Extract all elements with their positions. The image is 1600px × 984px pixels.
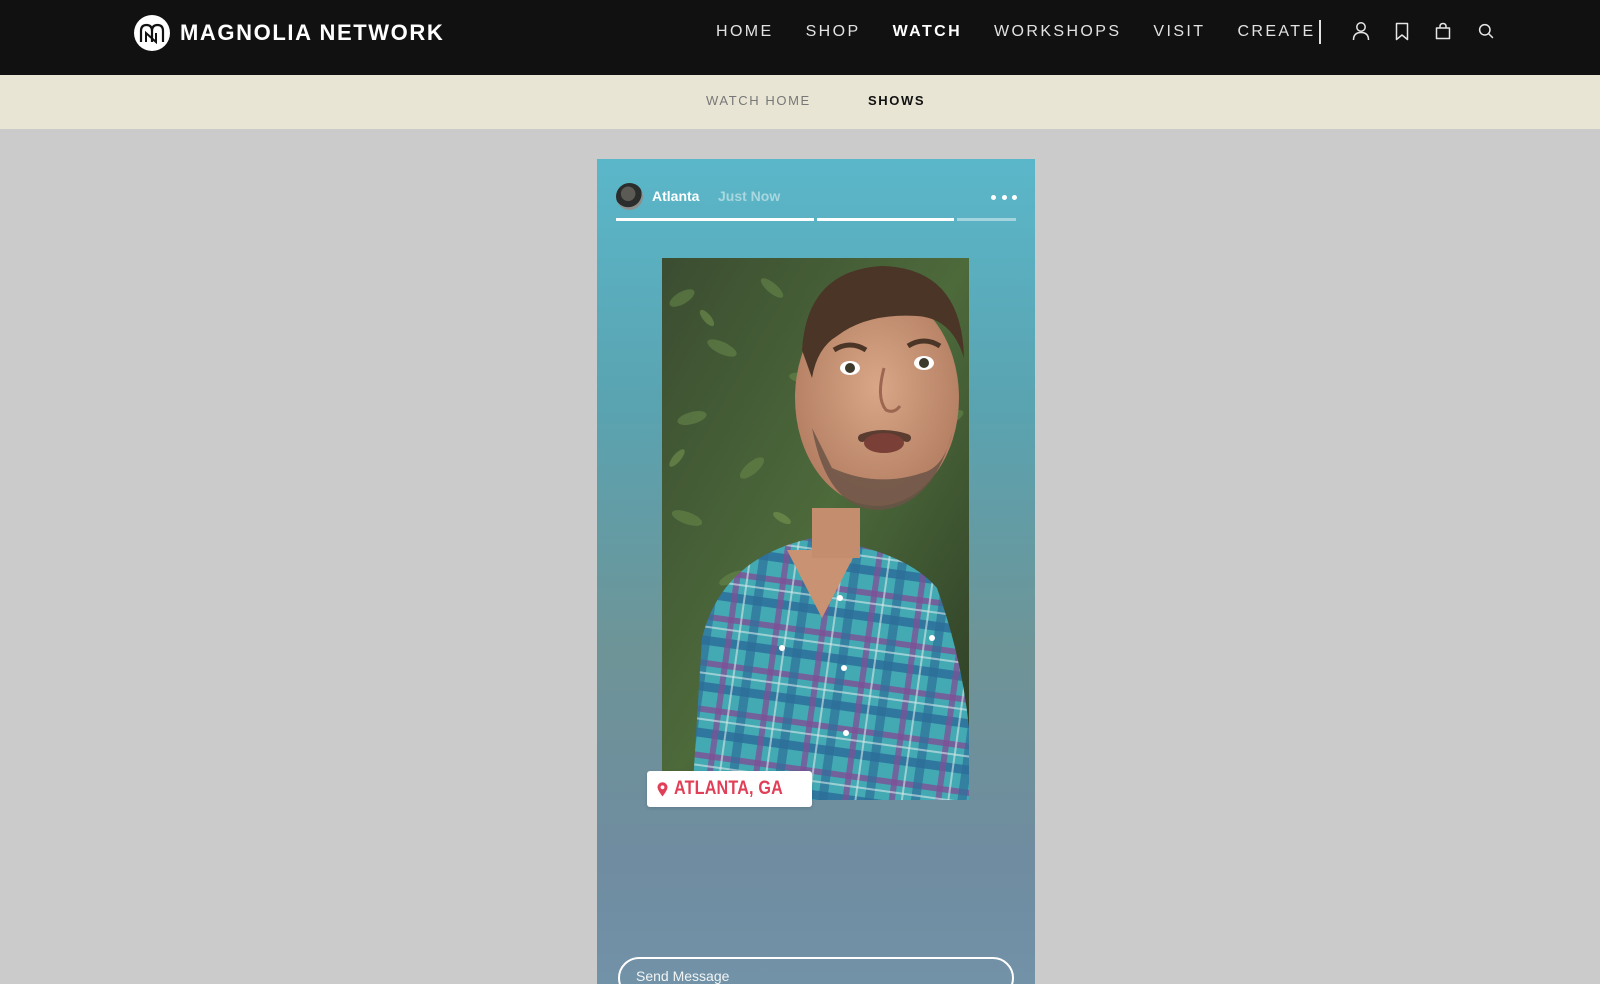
nav-watch[interactable]: WATCH [893,23,962,41]
more-options-icon[interactable] [991,189,1017,205]
send-message-input[interactable]: Send Message [618,957,1014,984]
dot [1012,194,1017,200]
story-timestamp: Just Now [718,188,781,204]
story-video-frame[interactable] [662,258,969,800]
dot [991,194,996,200]
dot [1001,194,1007,200]
story-progress-bar [616,218,1016,221]
location-label: ATLANTA, GA [674,778,783,799]
search-icon[interactable] [1475,20,1497,42]
nav-divider [1319,20,1321,44]
top-navigation-bar: MAGNOLIA NETWORK HOME SHOP WATCH WORKSHO… [0,0,1600,75]
subnav-watch-home[interactable]: WATCH HOME [706,93,811,108]
watch-sub-navigation: WATCH HOME SHOWS [0,75,1600,129]
nav-visit[interactable]: VISIT [1153,23,1205,41]
brand-logo-link[interactable]: MAGNOLIA NETWORK [134,14,444,51]
bag-icon[interactable] [1432,20,1454,42]
brand-name: MAGNOLIA NETWORK [180,19,445,45]
location-pin-icon [657,781,668,796]
location-sticker[interactable]: ATLANTA, GA [647,771,813,807]
subnav-shows[interactable]: SHOWS [868,93,925,108]
nav-create[interactable]: CREATE [1237,23,1315,41]
story-header: Atlanta Just Now [616,183,1017,213]
nav-workshops[interactable]: WORKSHOPS [994,23,1121,41]
story-viewer[interactable]: Atlanta Just Now ATLANTA, GA Send Messag… [597,159,1035,984]
story-username[interactable]: Atlanta [652,188,699,204]
magnolia-logo-icon [134,14,170,51]
avatar[interactable] [616,183,643,210]
main-nav: HOME SHOP WATCH WORKSHOPS VISIT CREATE [716,20,1348,44]
progress-segment [957,218,1016,221]
progress-fill [616,218,814,221]
nav-shop[interactable]: SHOP [806,23,861,41]
bookmark-icon[interactable] [1391,20,1413,42]
progress-segment [817,218,954,221]
account-icon[interactable] [1350,20,1372,42]
progress-fill [817,218,954,221]
progress-segment [616,218,814,221]
nav-home[interactable]: HOME [716,23,774,41]
send-message-placeholder: Send Message [636,968,730,984]
person-photo-illustration [662,258,969,800]
